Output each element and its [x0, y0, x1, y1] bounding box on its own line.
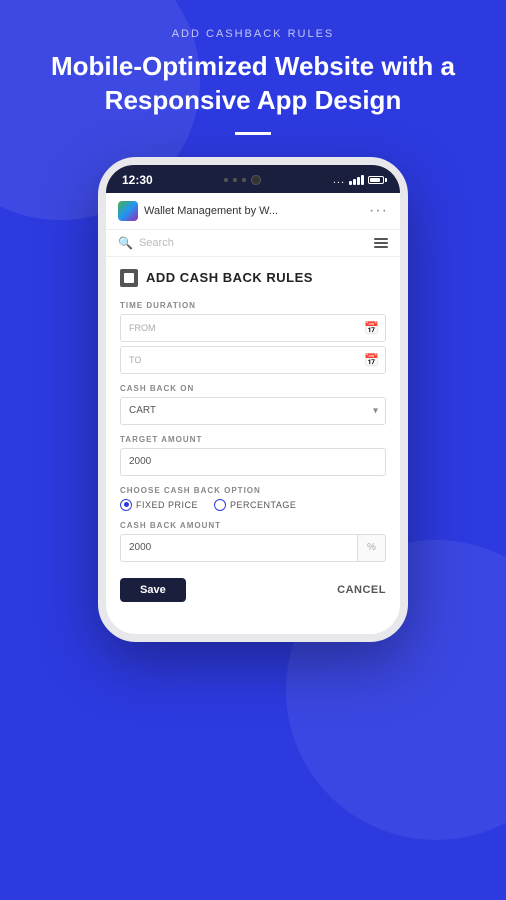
app-logo-icon	[118, 201, 138, 221]
section-icon-inner	[124, 273, 134, 283]
search-input-area[interactable]: 🔍 Search	[118, 236, 174, 250]
notch-dot-3	[242, 178, 246, 182]
signal-bar-3	[357, 177, 360, 185]
cashback-option-group: CHOOSE CASH BACK OPTION FIXED PRICE PERC…	[120, 486, 386, 511]
page-top-label: ADD CASHBACK RULES	[172, 28, 335, 40]
signal-bar-1	[349, 181, 352, 185]
cashback-amount-label: CASH BACK AMOUNT	[120, 521, 386, 530]
hamburger-icon[interactable]	[374, 238, 388, 248]
cashback-on-select[interactable]: CART	[120, 397, 386, 425]
section-title: ADD CASH BACK RULES	[146, 270, 313, 285]
app-logo-area: Wallet Management by W...	[118, 201, 278, 221]
form-buttons-row: Save CANCEL	[120, 578, 386, 602]
search-bar: 🔍 Search	[106, 230, 400, 257]
notch-camera	[251, 175, 261, 185]
from-field-row: FROM 📅	[120, 314, 386, 342]
cashback-on-select-wrapper: CART	[120, 397, 386, 425]
phone-notch	[224, 175, 261, 185]
search-icon: 🔍	[118, 236, 133, 250]
from-date-input[interactable]	[162, 322, 365, 333]
cashback-radio-group: FIXED PRICE PERCENTAGE	[120, 499, 386, 511]
notch-dot-1	[224, 178, 228, 182]
cashback-option-label: CHOOSE CASH BACK OPTION	[120, 486, 386, 495]
section-header: ADD CASH BACK RULES	[120, 269, 386, 287]
status-icons: ...	[333, 174, 384, 186]
battery-icon	[368, 176, 384, 184]
ham-line-3	[374, 246, 388, 248]
ham-line-2	[374, 242, 388, 244]
app-title: Wallet Management by W...	[144, 205, 278, 217]
cashback-amount-row: %	[120, 534, 386, 562]
fixed-price-radio-label: FIXED PRICE	[136, 500, 198, 510]
notch-dot-2	[233, 178, 237, 182]
signal-bar-4	[361, 175, 364, 185]
time-duration-label: TIME DURATION	[120, 301, 386, 310]
percentage-radio-option[interactable]: PERCENTAGE	[214, 499, 296, 511]
cashback-on-group: CASH BACK ON CART	[120, 384, 386, 425]
cashback-amount-group: CASH BACK AMOUNT %	[120, 521, 386, 562]
time-duration-group: TIME DURATION FROM 📅 TO 📅	[120, 301, 386, 374]
title-divider	[235, 132, 271, 135]
fixed-price-radio-circle	[120, 499, 132, 511]
phone-frame: 12:30 ... Wallet Managemen	[98, 157, 408, 642]
save-button[interactable]: Save	[120, 578, 186, 602]
app-menu-dots-icon[interactable]: ···	[369, 202, 388, 220]
cashback-on-label: CASH BACK ON	[120, 384, 386, 393]
percent-symbol: %	[358, 534, 386, 562]
fixed-price-radio-option[interactable]: FIXED PRICE	[120, 499, 198, 511]
target-amount-group: TARGET AMOUNT	[120, 435, 386, 476]
ham-line-1	[374, 238, 388, 240]
hero-title: Mobile-Optimized Website with a Responsi…	[0, 50, 506, 118]
cancel-button[interactable]: CANCEL	[337, 584, 386, 596]
target-amount-input[interactable]	[120, 448, 386, 476]
screen-bottom-pad	[106, 614, 400, 634]
percentage-radio-label: PERCENTAGE	[230, 500, 296, 510]
cashback-amount-input[interactable]	[120, 534, 358, 562]
from-calendar-icon[interactable]: 📅	[364, 321, 379, 335]
signal-bar-2	[353, 179, 356, 185]
to-field-row: TO 📅	[120, 346, 386, 374]
from-label: FROM	[129, 323, 156, 333]
to-label: TO	[129, 355, 141, 365]
search-placeholder: Search	[139, 237, 174, 249]
target-amount-label: TARGET AMOUNT	[120, 435, 386, 444]
battery-fill	[370, 178, 380, 182]
phone-status-bar: 12:30 ...	[106, 165, 400, 193]
percentage-radio-circle	[214, 499, 226, 511]
signal-bars-icon	[349, 175, 364, 185]
status-dots: ...	[333, 174, 345, 186]
to-date-input[interactable]	[147, 354, 364, 365]
app-top-bar: Wallet Management by W... ···	[106, 193, 400, 230]
section-icon	[120, 269, 138, 287]
phone-screen: Wallet Management by W... ··· 🔍 Search	[106, 193, 400, 634]
content-area: ADD CASH BACK RULES TIME DURATION FROM 📅…	[106, 257, 400, 614]
phone-time: 12:30	[122, 173, 153, 187]
to-calendar-icon[interactable]: 📅	[364, 353, 379, 367]
